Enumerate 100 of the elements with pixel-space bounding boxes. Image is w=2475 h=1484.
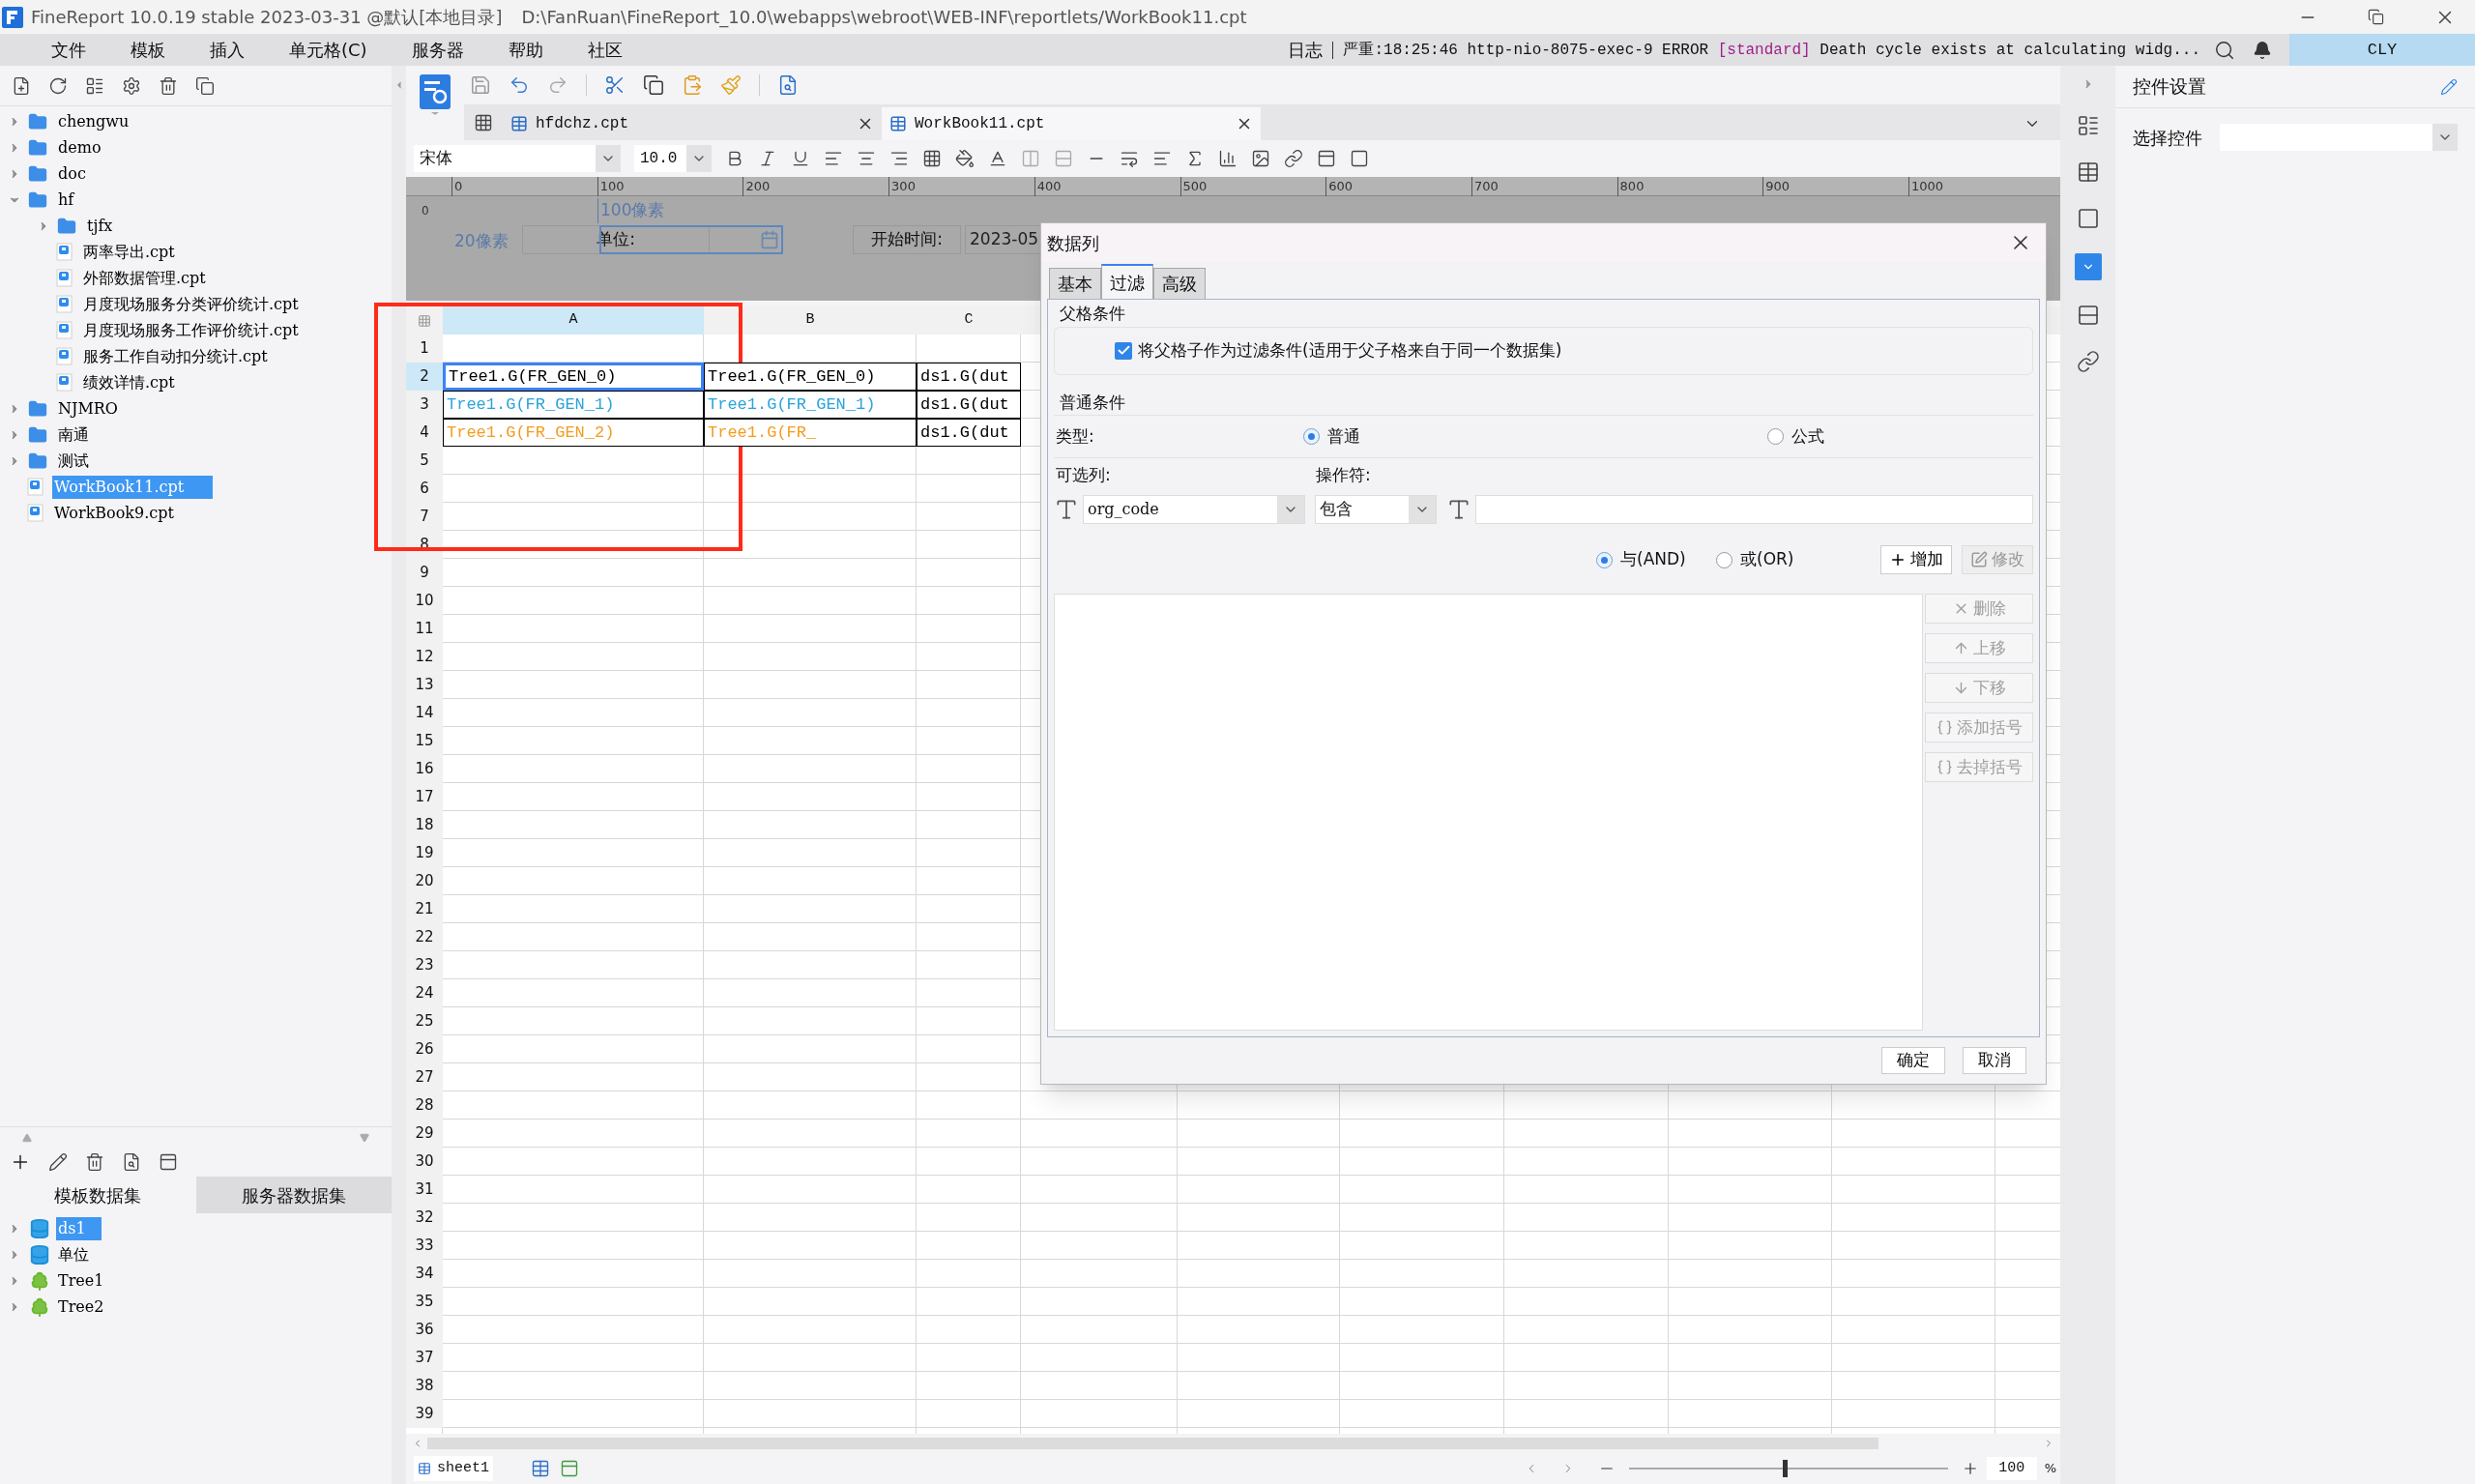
link-icon[interactable] xyxy=(2076,350,2100,373)
tree-item[interactable]: 月度现场服务分类评价统计.cpt xyxy=(81,292,301,316)
bell-icon[interactable] xyxy=(2253,40,2272,60)
zoom-field[interactable]: 100 xyxy=(1986,1457,2037,1480)
dataset-item[interactable]: Tree1 xyxy=(56,1268,106,1293)
add-form-sheet-icon[interactable] xyxy=(559,1459,580,1478)
tree-item[interactable]: hf xyxy=(56,188,76,212)
column-header[interactable]: A xyxy=(443,306,704,335)
dataset-item[interactable]: Tree2 xyxy=(56,1295,106,1319)
row-number[interactable]: 37 xyxy=(406,1344,443,1372)
tree-item[interactable]: 服务工作自动扣分统计.cpt xyxy=(81,344,270,368)
tree-item[interactable]: doc xyxy=(56,161,88,186)
template-icon[interactable] xyxy=(85,75,104,96)
menu-item[interactable]: 服务器 xyxy=(394,37,480,63)
grid-icon[interactable] xyxy=(474,113,493,132)
radio-label[interactable]: 公式 xyxy=(1791,423,1824,450)
row-number[interactable]: 30 xyxy=(406,1148,443,1176)
sub-report-icon[interactable] xyxy=(1317,149,1336,168)
row-number[interactable]: 4 xyxy=(406,419,443,447)
condition-icon[interactable] xyxy=(2076,304,2100,327)
dataset-item[interactable]: 单位 xyxy=(56,1242,91,1266)
cancel-button[interactable]: 取消 xyxy=(1963,1047,2026,1074)
menu-item[interactable]: 模板 xyxy=(114,37,182,63)
server-icon[interactable] xyxy=(159,1152,178,1172)
copy-icon[interactable] xyxy=(195,75,215,96)
dialog-tab[interactable]: 高级 xyxy=(1153,268,1206,299)
horizontal-scrollbar[interactable] xyxy=(427,1438,1878,1449)
operator-select[interactable]: 包含 xyxy=(1315,495,1437,524)
user-badge[interactable]: CLY xyxy=(2289,34,2475,66)
tree-item[interactable]: chengwu xyxy=(56,109,131,133)
row-number[interactable]: 20 xyxy=(406,867,443,895)
font-size-select[interactable]: 10.0 xyxy=(634,145,712,172)
border-icon[interactable] xyxy=(922,149,942,168)
float-element-icon[interactable] xyxy=(2076,207,2100,230)
report-template-icon[interactable] xyxy=(419,73,451,116)
value-input[interactable] xyxy=(1475,495,2033,524)
row-number[interactable]: 10 xyxy=(406,587,443,615)
undo-icon[interactable] xyxy=(509,74,530,96)
tree-item[interactable]: tjfx xyxy=(85,214,115,238)
cell-element-icon[interactable] xyxy=(2076,160,2100,184)
table-cell[interactable]: Tree1.G(FR_GEN_0) xyxy=(704,363,917,391)
row-number[interactable]: 13 xyxy=(406,671,443,699)
fill-color-icon[interactable] xyxy=(955,149,975,168)
refresh-icon[interactable] xyxy=(48,75,68,96)
dialog-tab[interactable]: 过滤 xyxy=(1101,264,1153,299)
table-cell[interactable]: ds1.G(dut xyxy=(917,419,1021,447)
radio-button[interactable] xyxy=(1596,551,1613,568)
row-number[interactable]: 29 xyxy=(406,1120,443,1148)
menu-item[interactable]: 社区 xyxy=(570,37,639,63)
font-color-icon[interactable] xyxy=(988,149,1007,168)
sheet-tab[interactable]: sheet1 xyxy=(414,1456,493,1481)
merge-cells-icon[interactable] xyxy=(1021,149,1040,168)
editor-tab[interactable]: WorkBook11.cpt xyxy=(882,107,1261,140)
save-icon[interactable] xyxy=(470,74,491,96)
menu-item[interactable]: 单元格(C) xyxy=(273,37,384,63)
menu-item[interactable]: 插入 xyxy=(193,37,261,63)
row-number[interactable]: 22 xyxy=(406,923,443,951)
row-number[interactable]: 33 xyxy=(406,1232,443,1260)
tree-item[interactable]: WorkBook9.cpt xyxy=(52,501,176,525)
row-number[interactable]: 14 xyxy=(406,699,443,727)
table-cell[interactable]: ds1.G(dut xyxy=(917,391,1021,419)
radio-button[interactable] xyxy=(1767,428,1784,445)
dialog-tab[interactable]: 基本 xyxy=(1049,268,1101,299)
font-select[interactable]: 宋体 xyxy=(414,145,621,172)
row-number[interactable]: 28 xyxy=(406,1091,443,1120)
copy-icon[interactable] xyxy=(643,74,664,96)
row-number[interactable]: 32 xyxy=(406,1204,443,1232)
chart-icon[interactable] xyxy=(1218,149,1238,168)
row-number[interactable]: 36 xyxy=(406,1316,443,1344)
row-number[interactable]: 18 xyxy=(406,811,443,839)
row-number[interactable]: 19 xyxy=(406,839,443,867)
row-number[interactable]: 35 xyxy=(406,1288,443,1316)
row-number[interactable]: 24 xyxy=(406,979,443,1007)
row-number[interactable]: 11 xyxy=(406,615,443,643)
ok-button[interactable]: 确定 xyxy=(1881,1047,1945,1074)
select-all-icon[interactable] xyxy=(418,313,431,328)
split-cells-icon[interactable] xyxy=(1054,149,1073,168)
radio-button[interactable] xyxy=(1716,551,1732,568)
row-number[interactable]: 27 xyxy=(406,1063,443,1091)
row-number[interactable]: 26 xyxy=(406,1035,443,1063)
widget-settings-tab[interactable] xyxy=(2074,253,2102,280)
menu-item[interactable]: 帮助 xyxy=(491,37,560,63)
text-type-icon[interactable] xyxy=(1446,497,1471,522)
new-folder-icon[interactable] xyxy=(12,75,31,96)
delete-icon[interactable] xyxy=(159,75,178,96)
dataset-tab[interactable]: 服务器数据集 xyxy=(195,1177,392,1213)
table-cell[interactable]: ds1.G(dut xyxy=(917,363,1021,391)
row-number[interactable]: 25 xyxy=(406,1007,443,1035)
cell-attributes-icon[interactable] xyxy=(2076,114,2100,137)
tree-item[interactable]: 南通 xyxy=(56,422,91,447)
row-number[interactable]: 38 xyxy=(406,1372,443,1400)
row-number[interactable]: 31 xyxy=(406,1176,443,1204)
log-label[interactable]: 日志 xyxy=(1288,37,1324,63)
row-number[interactable]: 5 xyxy=(406,447,443,475)
pencil-icon[interactable] xyxy=(2440,77,2458,96)
radio-button[interactable] xyxy=(1303,428,1320,445)
radio-label[interactable]: 或(OR) xyxy=(1740,547,1794,572)
tree-item[interactable]: demo xyxy=(56,135,103,160)
add-sheet-icon[interactable] xyxy=(530,1459,551,1478)
tree-item[interactable]: 绩效详情.cpt xyxy=(81,370,177,394)
